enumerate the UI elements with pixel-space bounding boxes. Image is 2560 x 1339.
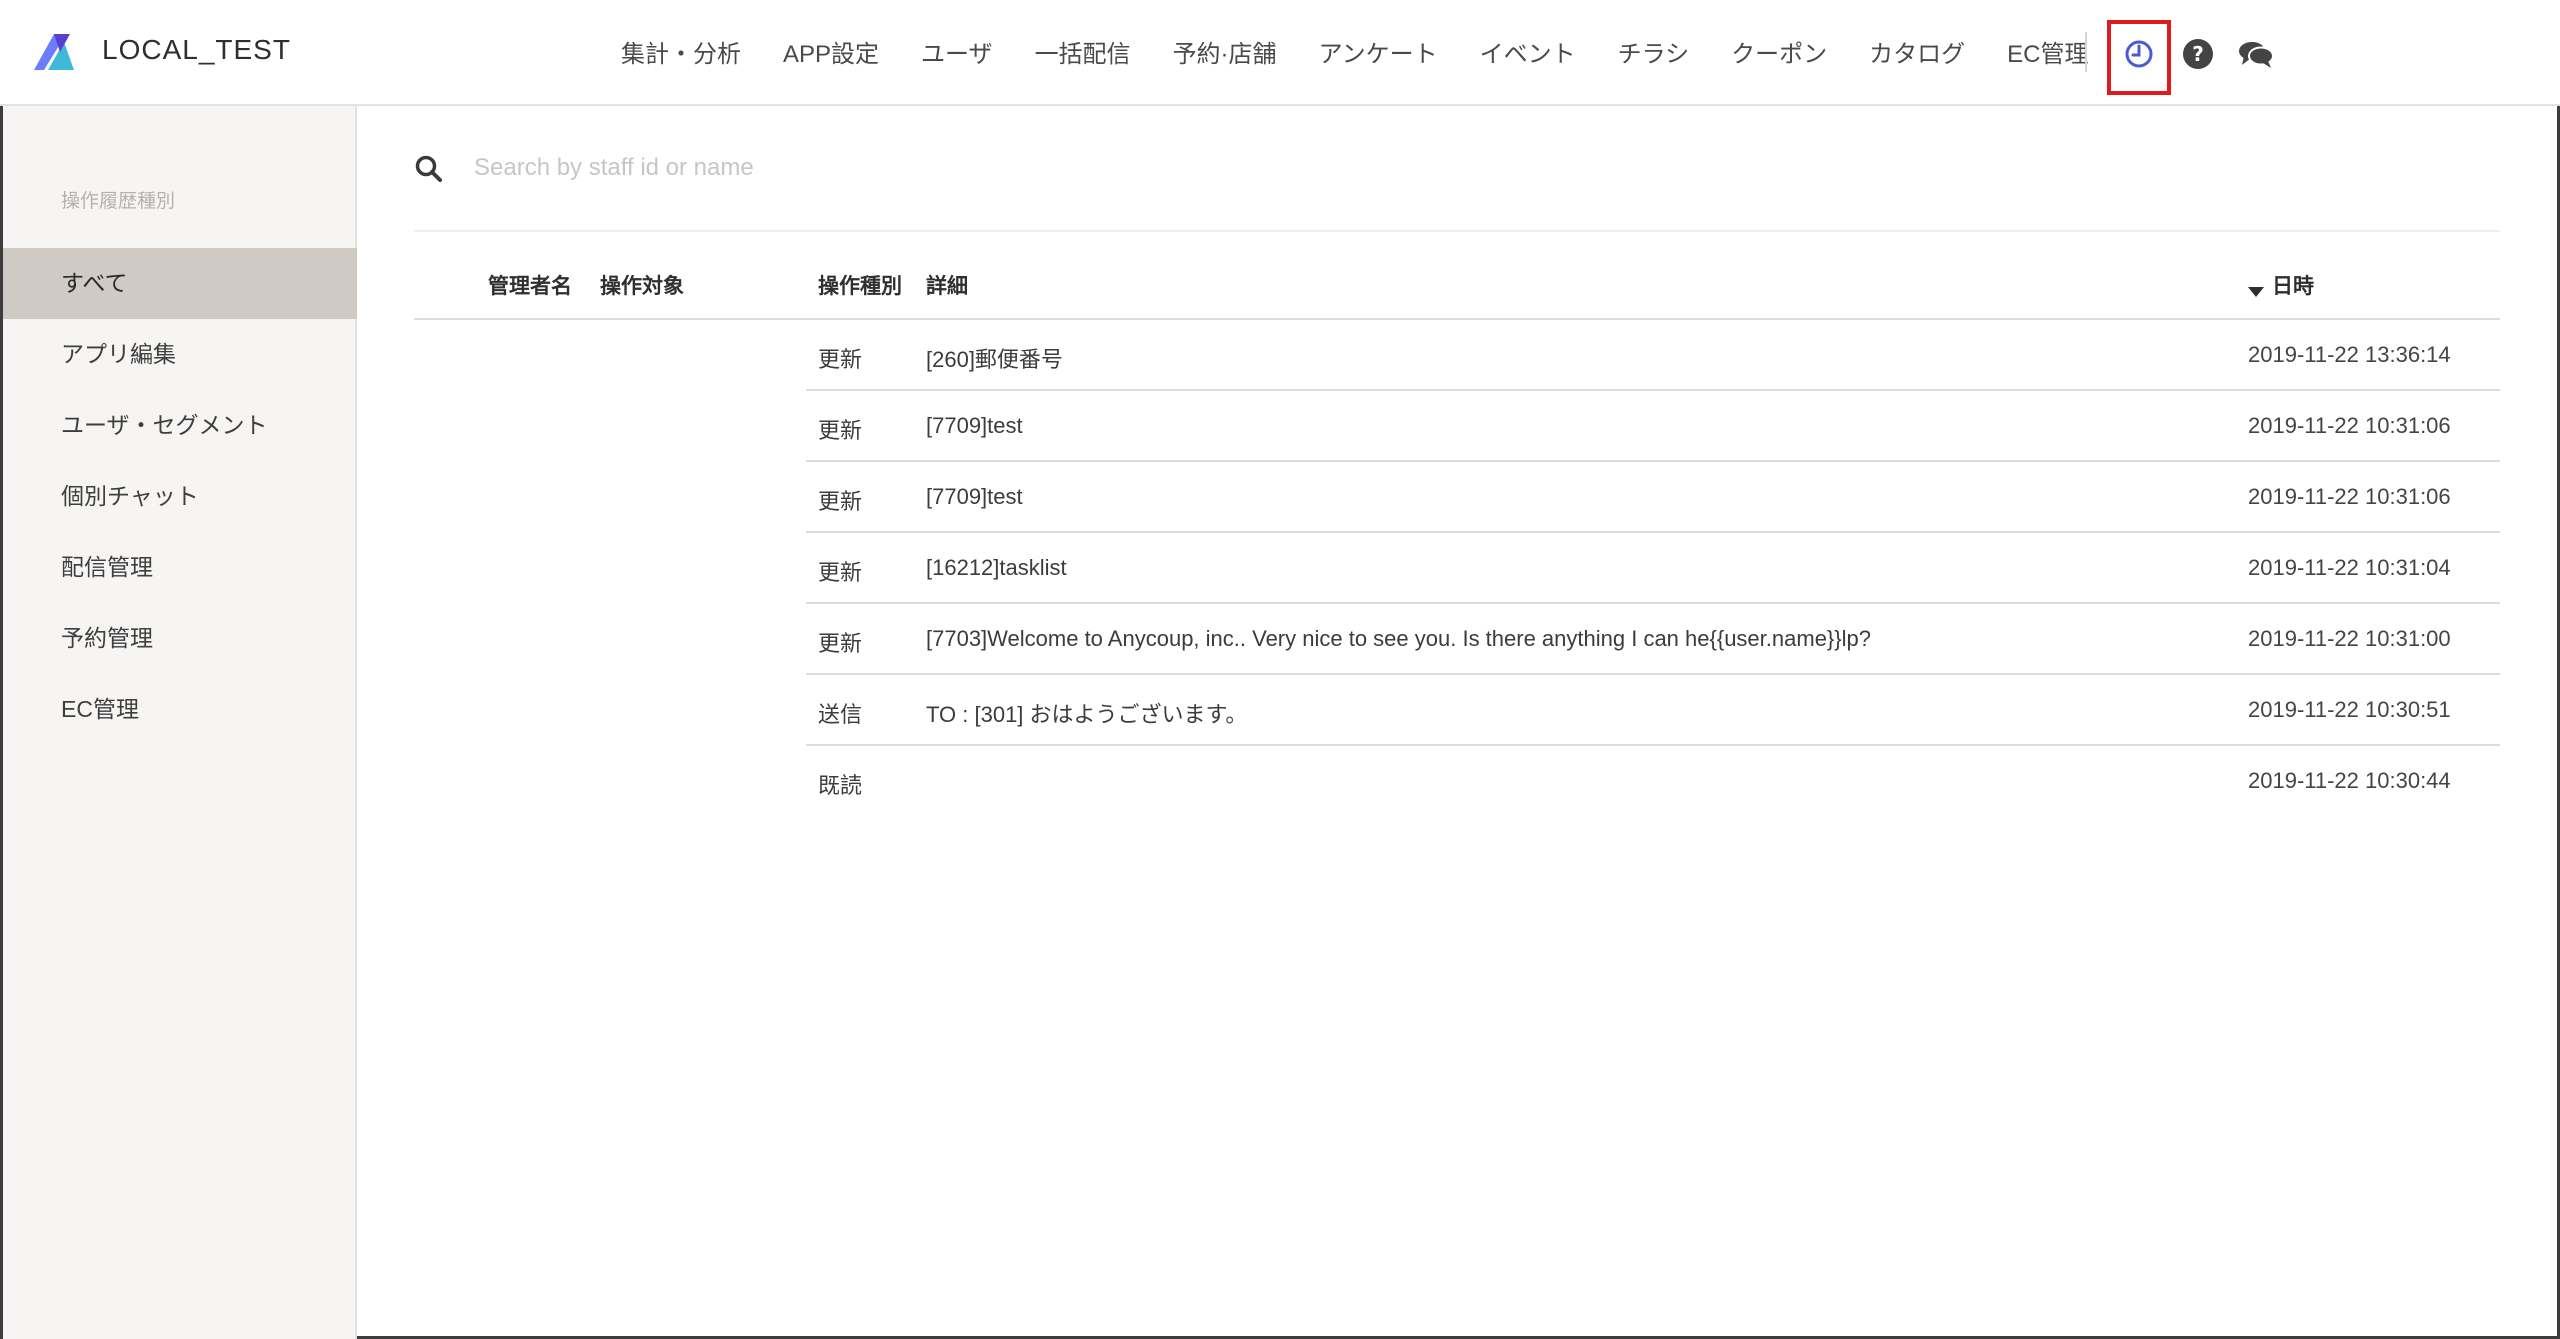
- top-header: LOCAL_TEST 集計・分析 APP設定 ユーザ 一括配信 予約·店舗 アン…: [0, 0, 2560, 106]
- nav-item-analytics[interactable]: 集計・分析: [600, 30, 762, 73]
- table-row[interactable]: 既読 2019-11-22 10:30:44: [806, 746, 2500, 817]
- col-header-detail[interactable]: 詳細: [926, 270, 968, 300]
- svg-text:?: ?: [2192, 42, 2204, 66]
- sidebar-item-individual-chat[interactable]: 個別チャット: [3, 461, 357, 532]
- help-icon[interactable]: ?: [2178, 34, 2218, 74]
- table-row[interactable]: 更新 [16212]tasklist 2019-11-22 10:31:04: [806, 533, 2500, 604]
- nav-item-flyer[interactable]: チラシ: [1597, 30, 1711, 73]
- sidebar-item-delivery[interactable]: 配信管理: [3, 532, 357, 603]
- nav-divider: [2085, 32, 2087, 72]
- sidebar-item-reservation[interactable]: 予約管理: [3, 603, 357, 674]
- row-type: 更新: [818, 560, 863, 585]
- nav-item-survey[interactable]: アンケート: [1298, 30, 1459, 73]
- row-detail: [260]郵便番号: [926, 347, 1063, 372]
- row-date: 2019-11-22 13:36:14: [2248, 342, 2451, 367]
- table-row[interactable]: 更新 [7709]test 2019-11-22 10:31:06: [806, 462, 2500, 533]
- search-input[interactable]: [474, 146, 2274, 190]
- nav-item-catalog[interactable]: カタログ: [1848, 30, 1986, 73]
- sidebar-item-app-edit[interactable]: アプリ編集: [3, 319, 357, 390]
- row-type: 更新: [818, 418, 863, 443]
- col-header-type[interactable]: 操作種別: [818, 270, 902, 300]
- table-body: 更新 [260]郵便番号 2019-11-22 13:36:14 更新 [770…: [806, 320, 2500, 817]
- row-date: 2019-11-22 10:30:51: [2248, 697, 2451, 722]
- sidebar-list: すべて アプリ編集 ユーザ・セグメント 個別チャット 配信管理 予約管理 EC管…: [3, 248, 357, 745]
- table-row[interactable]: 更新 [7709]test 2019-11-22 10:31:06: [806, 391, 2500, 462]
- search-bar: [414, 132, 2500, 232]
- row-detail: [7703]Welcome to Anycoup, inc.. Very nic…: [926, 626, 1871, 651]
- sidebar-item-user-segment[interactable]: ユーザ・セグメント: [3, 390, 357, 461]
- row-date: 2019-11-22 10:31:06: [2248, 484, 2451, 509]
- row-type: 更新: [818, 347, 863, 372]
- table-row[interactable]: 更新 [7703]Welcome to Anycoup, inc.. Very …: [806, 604, 2500, 675]
- row-date: 2019-11-22 10:31:04: [2248, 555, 2451, 580]
- highlight-box: [2107, 20, 2171, 95]
- nav-item-coupon[interactable]: クーポン: [1710, 30, 1848, 73]
- app-logo-icon[interactable]: [30, 30, 76, 76]
- brand-name[interactable]: LOCAL_TEST: [102, 34, 291, 66]
- row-detail: [7709]test: [926, 413, 1023, 438]
- row-date: 2019-11-22 10:31:06: [2248, 413, 2451, 438]
- sort-desc-icon: [2248, 287, 2264, 297]
- col-header-target[interactable]: 操作対象: [600, 270, 684, 300]
- chat-icon[interactable]: [2236, 34, 2276, 74]
- sidebar: 操作履歴種別 すべて アプリ編集 ユーザ・セグメント 個別チャット 配信管理 予…: [3, 106, 357, 1339]
- table-row[interactable]: 送信 TO : [301] おはようございます。 2019-11-22 10:3…: [806, 675, 2500, 746]
- row-type: 送信: [818, 702, 863, 727]
- col-header-date-label: 日時: [2272, 275, 2314, 298]
- sidebar-heading: 操作履歴種別: [61, 191, 176, 212]
- row-detail: [16212]tasklist: [926, 555, 1067, 580]
- nav-item-app-settings[interactable]: APP設定: [762, 30, 900, 73]
- col-header-date[interactable]: 日時: [2248, 270, 2314, 300]
- search-icon: [415, 155, 442, 182]
- table-row[interactable]: 更新 [260]郵便番号 2019-11-22 13:36:14: [806, 320, 2500, 391]
- row-type: 既読: [818, 773, 863, 798]
- col-header-admin[interactable]: 管理者名: [488, 270, 572, 300]
- row-detail: TO : [301] おはようございます。: [926, 702, 1248, 727]
- nav-item-users[interactable]: ユーザ: [900, 30, 1014, 73]
- main-nav: 集計・分析 APP設定 ユーザ 一括配信 予約·店舗 アンケート イベント チラ…: [600, 30, 2109, 73]
- row-type: 更新: [818, 489, 863, 514]
- row-date: 2019-11-22 10:30:44: [2248, 768, 2451, 793]
- nav-item-ec[interactable]: EC管理: [1986, 30, 2109, 73]
- nav-item-bulk-delivery[interactable]: 一括配信: [1014, 30, 1152, 73]
- nav-item-event[interactable]: イベント: [1459, 30, 1597, 73]
- sidebar-item-all[interactable]: すべて: [3, 248, 357, 319]
- nav-item-reservation-store[interactable]: 予約·店舗: [1152, 30, 1298, 73]
- row-date: 2019-11-22 10:31:00: [2248, 626, 2451, 651]
- sidebar-item-ec[interactable]: EC管理: [3, 674, 357, 745]
- row-type: 更新: [818, 631, 863, 656]
- row-detail: [7709]test: [926, 484, 1023, 509]
- table-header: 管理者名 操作対象 操作種別 詳細 日時: [414, 250, 2500, 320]
